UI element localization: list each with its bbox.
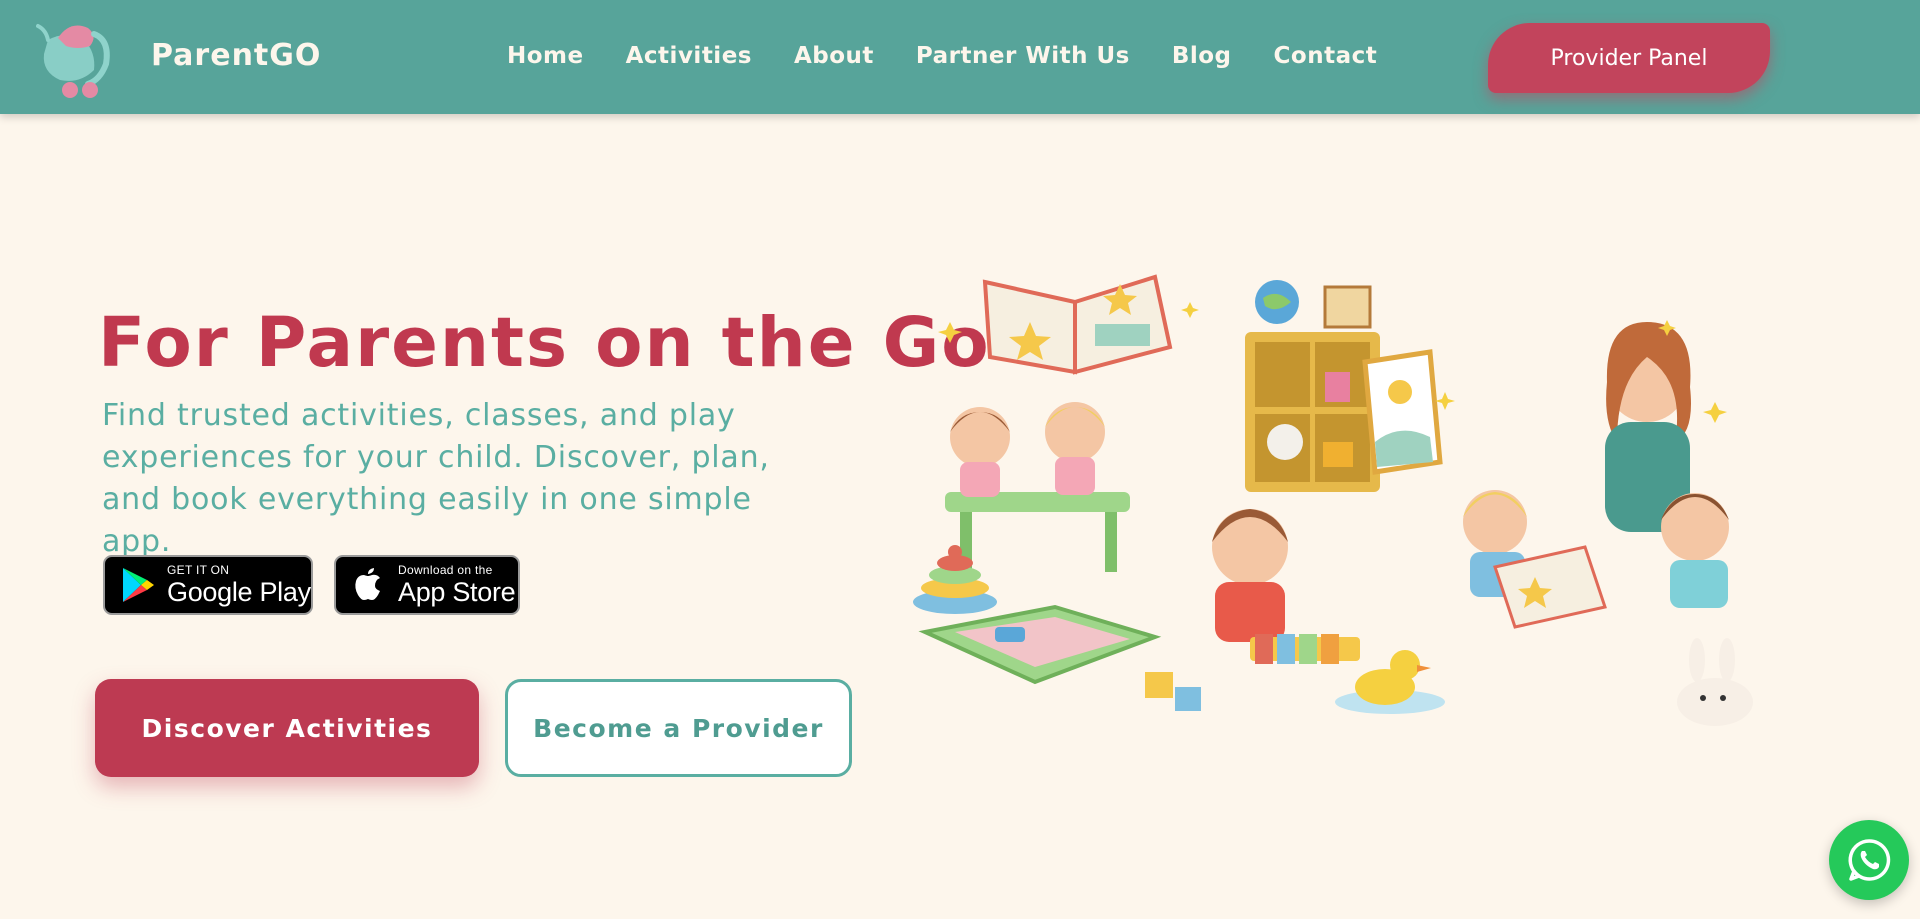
nav-blog[interactable]: Blog: [1172, 43, 1232, 69]
hero-subtitle: Find trusted activities, classes, and pl…: [102, 398, 770, 559]
sandbox-illustration: [918, 604, 1201, 711]
google-play-big-text: Google Play: [167, 577, 311, 607]
whatsapp-chat-button[interactable]: [1829, 820, 1909, 900]
kids-at-table-illustration: [945, 402, 1130, 572]
app-store-badge[interactable]: Download on the App Store: [334, 555, 520, 615]
kids-playroom-illustration: [905, 262, 1805, 742]
stroller-logo-icon[interactable]: [36, 18, 116, 102]
nav-about[interactable]: About: [794, 43, 874, 69]
top-navbar: ParentGO Home Activities About Partner W…: [0, 0, 1920, 114]
mother-reading-illustration: [1463, 322, 1729, 629]
google-play-badge[interactable]: GET IT ON Google Play: [103, 555, 313, 615]
app-store-small-text: Download on the: [398, 563, 493, 577]
google-play-icon: [123, 568, 154, 602]
discover-activities-button[interactable]: Discover Activities: [95, 679, 479, 777]
google-play-small-text: GET IT ON: [167, 563, 230, 577]
nav-activities[interactable]: Activities: [626, 43, 752, 69]
become-provider-button[interactable]: Become a Provider: [505, 679, 852, 777]
toy-shelf-illustration: [1245, 280, 1380, 492]
whatsapp-icon: [1848, 839, 1891, 881]
nav-home[interactable]: Home: [507, 43, 584, 69]
apple-icon: [355, 568, 380, 600]
bunny-toy-illustration: [1677, 638, 1753, 726]
open-book-illustration: [982, 274, 1173, 375]
nav-partner[interactable]: Partner With Us: [916, 43, 1130, 69]
stacking-rings-illustration: [913, 545, 997, 614]
main-nav: Home Activities About Partner With Us Bl…: [507, 43, 1419, 69]
easel-illustration: [1362, 349, 1443, 475]
brand-name[interactable]: ParentGO: [151, 38, 321, 73]
nav-contact[interactable]: Contact: [1274, 43, 1378, 69]
hero-title: For Parents on the Go: [98, 303, 991, 383]
provider-panel-button[interactable]: Provider Panel: [1488, 23, 1770, 93]
boy-xylophone-illustration: [1212, 509, 1360, 664]
app-store-big-text: App Store: [398, 577, 516, 607]
